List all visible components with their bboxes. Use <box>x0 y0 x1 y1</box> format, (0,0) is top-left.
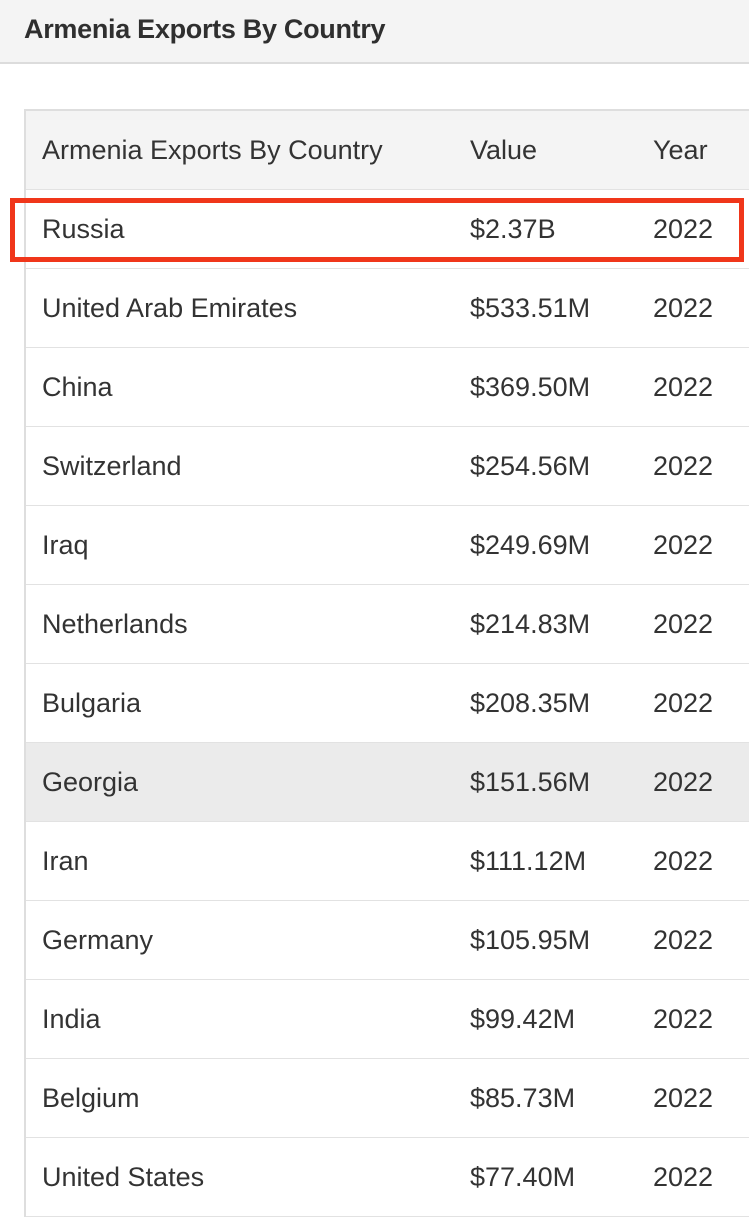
country-cell: United Arab Emirates <box>26 268 470 348</box>
value-cell: $2.37B <box>470 189 653 269</box>
value-cell: $249.69M <box>470 505 653 585</box>
year-cell: 2022 <box>653 821 749 901</box>
country-cell: Bulgaria <box>26 663 470 743</box>
exports-table-container: Armenia Exports By Country Value Year Ru… <box>24 109 749 1217</box>
year-cell: 2022 <box>653 900 749 980</box>
table-row[interactable]: Georgia $151.56M 2022 <box>26 742 749 822</box>
column-header-value[interactable]: Value <box>470 111 653 190</box>
table-header-row: Armenia Exports By Country Value Year <box>26 111 749 190</box>
country-cell: Iran <box>26 821 470 901</box>
year-cell: 2022 <box>653 979 749 1059</box>
table-row[interactable]: Germany $105.95M 2022 <box>26 900 749 980</box>
country-cell: Netherlands <box>26 584 470 664</box>
country-cell: United States <box>26 1137 470 1217</box>
value-cell: $85.73M <box>470 1058 653 1138</box>
value-cell: $254.56M <box>470 426 653 506</box>
year-cell: 2022 <box>653 742 749 822</box>
table-row[interactable]: Belgium $85.73M 2022 <box>26 1058 749 1138</box>
value-cell: $369.50M <box>470 347 653 427</box>
year-cell: 2022 <box>653 584 749 664</box>
year-cell: 2022 <box>653 663 749 743</box>
country-cell: Belgium <box>26 1058 470 1138</box>
country-cell: Germany <box>26 900 470 980</box>
column-header-year[interactable]: Year <box>653 111 749 190</box>
value-cell: $77.40M <box>470 1137 653 1217</box>
country-cell: India <box>26 979 470 1059</box>
column-header-country[interactable]: Armenia Exports By Country <box>26 111 470 190</box>
country-cell: Iraq <box>26 505 470 585</box>
value-cell: $214.83M <box>470 584 653 664</box>
table-row[interactable]: Iran $111.12M 2022 <box>26 821 749 901</box>
value-cell: $533.51M <box>470 268 653 348</box>
value-cell: $208.35M <box>470 663 653 743</box>
value-cell: $151.56M <box>470 742 653 822</box>
table-row[interactable]: Russia $2.37B 2022 <box>26 189 749 269</box>
table-row[interactable]: United Arab Emirates $533.51M 2022 <box>26 268 749 348</box>
table-row[interactable]: United States $77.40M 2022 <box>26 1137 749 1217</box>
table-row[interactable]: China $369.50M 2022 <box>26 347 749 427</box>
country-cell: China <box>26 347 470 427</box>
year-cell: 2022 <box>653 1137 749 1217</box>
year-cell: 2022 <box>653 426 749 506</box>
exports-table: Armenia Exports By Country Value Year Ru… <box>26 111 749 1217</box>
table-row[interactable]: Netherlands $214.83M 2022 <box>26 584 749 664</box>
title-bar: Armenia Exports By Country <box>0 0 749 64</box>
page-title: Armenia Exports By Country <box>24 14 386 44</box>
table-row[interactable]: India $99.42M 2022 <box>26 979 749 1059</box>
table-row[interactable]: Bulgaria $208.35M 2022 <box>26 663 749 743</box>
year-cell: 2022 <box>653 505 749 585</box>
year-cell: 2022 <box>653 1058 749 1138</box>
value-cell: $99.42M <box>470 979 653 1059</box>
country-cell: Georgia <box>26 742 470 822</box>
table-row[interactable]: Iraq $249.69M 2022 <box>26 505 749 585</box>
value-cell: $111.12M <box>470 821 653 901</box>
country-cell: Russia <box>26 189 470 269</box>
year-cell: 2022 <box>653 347 749 427</box>
country-cell: Switzerland <box>26 426 470 506</box>
value-cell: $105.95M <box>470 900 653 980</box>
year-cell: 2022 <box>653 189 749 269</box>
table-row[interactable]: Switzerland $254.56M 2022 <box>26 426 749 506</box>
year-cell: 2022 <box>653 268 749 348</box>
